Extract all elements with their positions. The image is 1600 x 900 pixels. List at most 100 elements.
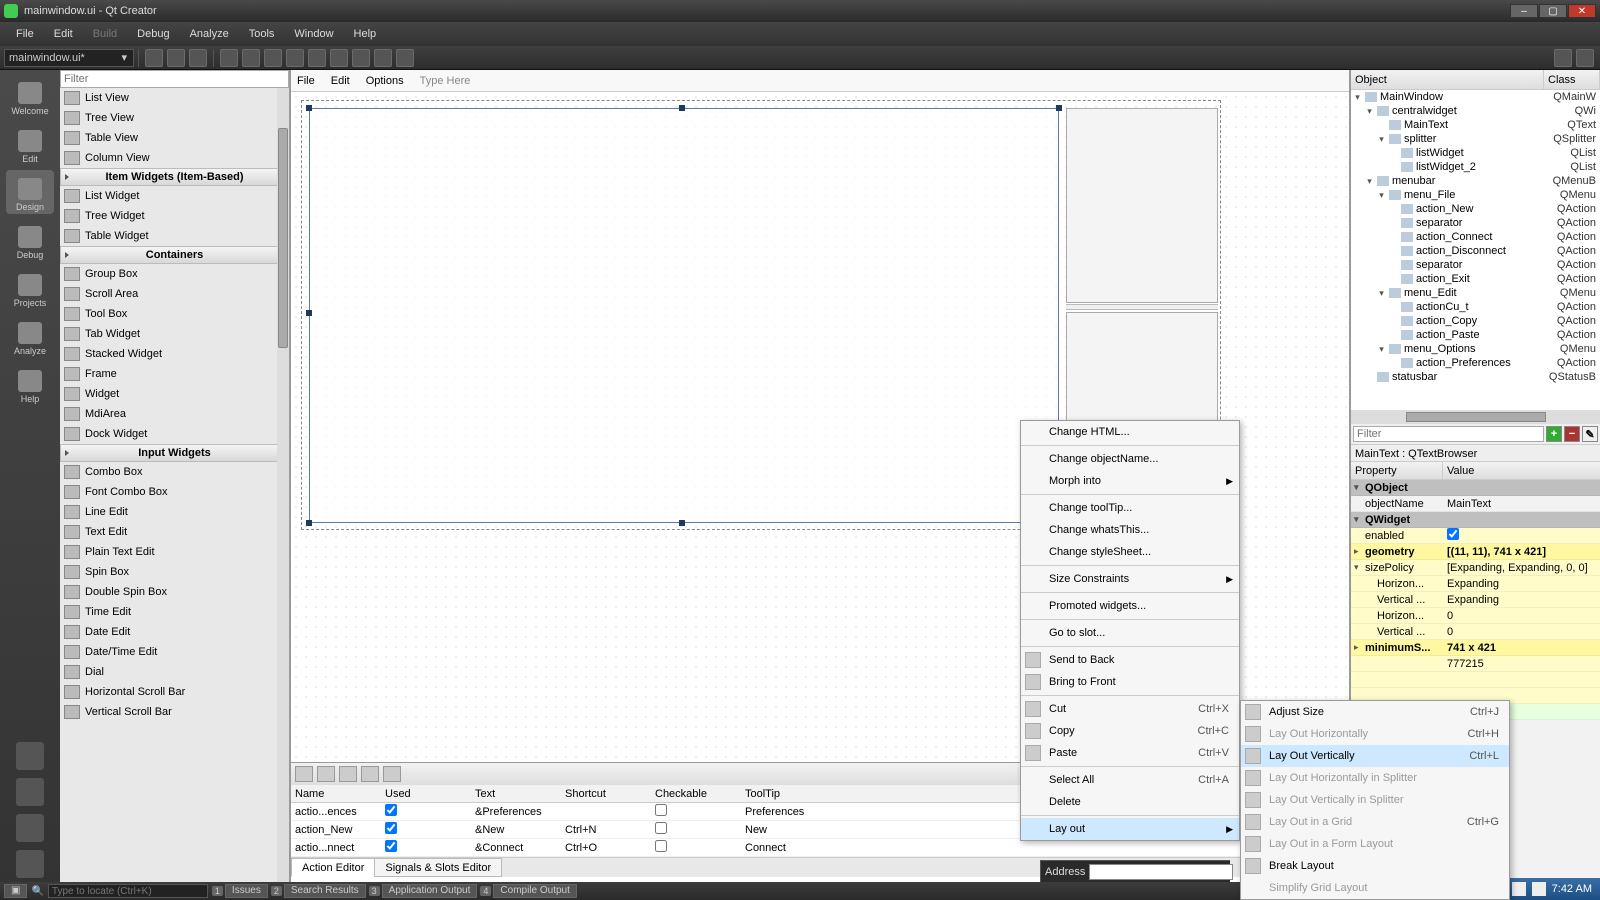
widget-item[interactable]: Tool Box <box>60 304 289 324</box>
splitter-handle[interactable] <box>1066 304 1218 310</box>
widget-item[interactable]: List Widget <box>60 186 289 206</box>
menu-file[interactable]: File <box>6 22 44 46</box>
widget-item[interactable]: Table Widget <box>60 226 289 246</box>
ctx-item[interactable]: Change HTML... <box>1021 421 1239 443</box>
objtree-row[interactable]: statusbarQStatusB <box>1351 370 1600 384</box>
property-filter-input[interactable] <box>1353 426 1544 442</box>
prop-row[interactable]: Vertical ...0 <box>1351 624 1600 640</box>
widget-item[interactable]: Font Combo Box <box>60 482 289 502</box>
menu-analyze[interactable]: Analyze <box>180 22 239 46</box>
menu-help[interactable]: Help <box>344 22 387 46</box>
locator-input[interactable] <box>48 884 208 898</box>
objtree-row[interactable]: listWidget_2QList <box>1351 160 1600 174</box>
toolbar-button[interactable] <box>352 49 370 67</box>
objtree-row[interactable]: action_ConnectQAction <box>1351 230 1600 244</box>
widget-filter-input[interactable] <box>60 70 289 88</box>
mode-edit[interactable]: Edit <box>6 122 54 166</box>
status-pane[interactable]: Compile Output <box>493 884 576 898</box>
widget-item[interactable]: Column View <box>60 148 289 168</box>
ctx-item[interactable]: PasteCtrl+V <box>1021 742 1239 764</box>
widget-item[interactable]: Line Edit <box>60 502 289 522</box>
context-menu[interactable]: Change HTML...Change objectName...Morph … <box>1020 420 1240 841</box>
objtree-row[interactable]: action_DisconnectQAction <box>1351 244 1600 258</box>
ctx-item[interactable]: Lay out▶ <box>1021 818 1239 840</box>
toolbar-button[interactable] <box>220 49 238 67</box>
ctx-item[interactable]: Change whatsThis... <box>1021 519 1239 541</box>
widget-item[interactable]: Tree View <box>60 108 289 128</box>
ctx-item[interactable]: Size Constraints▶ <box>1021 568 1239 590</box>
objtree-row[interactable]: actionCu_tQAction <box>1351 300 1600 314</box>
maximize-button[interactable]: ▢ <box>1539 4 1567 18</box>
ctx-item[interactable]: Change toolTip... <box>1021 497 1239 519</box>
widget-item[interactable]: Double Spin Box <box>60 582 289 602</box>
property-button[interactable]: ✎ <box>1582 426 1598 442</box>
ctx-item[interactable]: Bring to Front <box>1021 671 1239 693</box>
objtree-row[interactable]: listWidgetQList <box>1351 146 1600 160</box>
widget-item[interactable]: Horizontal Scroll Bar <box>60 682 289 702</box>
action-tab[interactable]: Action Editor <box>291 858 375 877</box>
mode-help[interactable]: Help <box>6 362 54 406</box>
widget-item[interactable]: Frame <box>60 364 289 384</box>
widget-item[interactable]: Table View <box>60 128 289 148</box>
prop-section[interactable]: ▾QObject <box>1351 480 1600 496</box>
objtree-row[interactable]: ▾MainWindowQMainW <box>1351 90 1600 104</box>
objtree-row[interactable]: separatorQAction <box>1351 258 1600 272</box>
action-header[interactable]: Checkable <box>651 788 741 800</box>
ctx-item[interactable]: Change objectName... <box>1021 448 1239 470</box>
selected-widget[interactable] <box>309 108 1059 523</box>
widget-item[interactable]: Plain Text Edit <box>60 542 289 562</box>
form-menu-item[interactable]: Edit <box>331 75 350 87</box>
widget-item[interactable]: Time Edit <box>60 602 289 622</box>
widget-group[interactable]: Containers <box>60 246 289 264</box>
mode-analyze[interactable]: Analyze <box>6 314 54 358</box>
mode-design[interactable]: Design <box>6 170 54 214</box>
ctx-item[interactable]: CopyCtrl+C <box>1021 720 1239 742</box>
kit-selector[interactable] <box>16 742 44 770</box>
form-menu-item[interactable]: Type Here <box>420 75 471 87</box>
widget-item[interactable]: Group Box <box>60 264 289 284</box>
prop-row[interactable]: objectNameMainText <box>1351 496 1600 512</box>
toolbar-button[interactable] <box>167 49 185 67</box>
prop-row[interactable]: ▾sizePolicy[Expanding, Expanding, 0, 0] <box>1351 560 1600 576</box>
toolbar-button[interactable] <box>374 49 392 67</box>
object-tree[interactable]: ▾MainWindowQMainW▾centralwidgetQWiMainTe… <box>1351 90 1600 410</box>
objtree-row[interactable]: ▾menu_EditQMenu <box>1351 286 1600 300</box>
ctx-item[interactable]: CutCtrl+X <box>1021 698 1239 720</box>
widget-item[interactable]: Spin Box <box>60 562 289 582</box>
status-pane[interactable]: Issues <box>225 884 268 898</box>
menu-tools[interactable]: Tools <box>239 22 285 46</box>
menu-debug[interactable]: Debug <box>127 22 179 46</box>
menu-edit[interactable]: Edit <box>44 22 83 46</box>
widget-item[interactable]: Scroll Area <box>60 284 289 304</box>
prop-row[interactable] <box>1351 672 1600 688</box>
ctx-item[interactable]: Promoted widgets... <box>1021 595 1239 617</box>
ctx-item[interactable]: Delete <box>1021 791 1239 813</box>
close-button[interactable]: ✕ <box>1568 4 1596 18</box>
widget-item[interactable]: Date/Time Edit <box>60 642 289 662</box>
widget-item[interactable]: Tree Widget <box>60 206 289 226</box>
run-button[interactable] <box>16 778 44 806</box>
add-property-button[interactable]: + <box>1546 426 1562 442</box>
new-action-icon[interactable] <box>295 766 313 782</box>
scrollbar[interactable] <box>1351 410 1600 424</box>
menu-build[interactable]: Build <box>83 22 127 46</box>
objtree-header-class[interactable]: Class <box>1544 70 1600 89</box>
document-combo[interactable]: mainwindow.ui*▾ <box>4 49 134 67</box>
scrollbar[interactable] <box>277 88 289 882</box>
prop-row[interactable]: enabled <box>1351 528 1600 544</box>
prop-row[interactable]: ▸minimumS...741 x 421 <box>1351 640 1600 656</box>
action-tab[interactable]: Signals & Slots Editor <box>374 858 502 877</box>
objtree-row[interactable]: ▾splitterQSplitter <box>1351 132 1600 146</box>
toolbar-button[interactable] <box>1554 49 1572 67</box>
toolbar-button[interactable] <box>308 49 326 67</box>
ctx-item[interactable]: Change styleSheet... <box>1021 541 1239 563</box>
ctx-item[interactable]: Adjust SizeCtrl+J <box>1241 701 1509 723</box>
widget-item[interactable]: Text Edit <box>60 522 289 542</box>
remove-property-button[interactable]: − <box>1564 426 1580 442</box>
ctx-item[interactable]: Select AllCtrl+A <box>1021 769 1239 791</box>
objtree-row[interactable]: ▾menu_OptionsQMenu <box>1351 342 1600 356</box>
objtree-row[interactable]: action_PasteQAction <box>1351 328 1600 342</box>
address-input[interactable] <box>1089 864 1233 880</box>
objtree-row[interactable]: action_ExitQAction <box>1351 272 1600 286</box>
objtree-row[interactable]: ▾menubarQMenuB <box>1351 174 1600 188</box>
